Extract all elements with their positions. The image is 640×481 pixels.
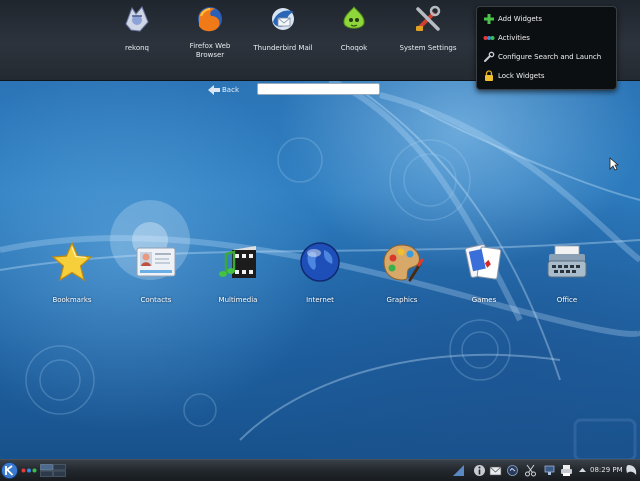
- graphics-palette-icon: [383, 244, 424, 282]
- bottom-panel: 08:29 PM: [0, 459, 640, 481]
- favorite-label: Firefox Web Browser: [189, 42, 231, 59]
- panel-corner-icon[interactable]: [452, 464, 465, 477]
- category-multimedia[interactable]: Multimedia: [198, 240, 278, 304]
- category-label: Multimedia: [218, 296, 258, 304]
- favorite-label: Choqok: [340, 44, 368, 52]
- menu-item-configure-search[interactable]: Configure Search and Launch: [483, 50, 611, 64]
- category-graphics[interactable]: Graphics: [362, 240, 442, 304]
- category-label: Contacts: [140, 296, 172, 304]
- category-office[interactable]: Office: [527, 240, 607, 304]
- category-bookmarks[interactable]: Bookmarks: [32, 240, 112, 304]
- mail-icon[interactable]: [489, 464, 502, 477]
- thunderbird-icon: [272, 8, 294, 30]
- multimedia-icon: [219, 246, 256, 278]
- rekonq-icon: [125, 6, 149, 32]
- favorite-firefox[interactable]: Firefox Web Browser: [174, 4, 246, 60]
- menu-item-lock-widgets[interactable]: Lock Widgets: [483, 69, 611, 83]
- wrench-icon: [484, 51, 495, 62]
- category-label: Office: [556, 296, 578, 304]
- firefox-icon: [198, 7, 222, 32]
- category-label: Games: [471, 296, 497, 304]
- kickoff-launcher-icon[interactable]: [1, 462, 18, 479]
- panel-toolbox-icon[interactable]: [625, 463, 638, 478]
- menu-item-label: Activities: [498, 34, 530, 42]
- menu-item-label: Add Widgets: [498, 15, 543, 23]
- menu-item-label: Lock Widgets: [498, 72, 545, 80]
- favorite-label: Thunderbird Mail: [253, 44, 313, 52]
- contacts-icon: [136, 247, 176, 277]
- search-input[interactable]: [257, 83, 380, 95]
- network-icon[interactable]: [543, 464, 556, 477]
- menu-item-add-widgets[interactable]: Add Widgets: [483, 12, 611, 26]
- internet-globe-icon: [300, 242, 340, 282]
- klipper-icon[interactable]: [506, 464, 519, 477]
- games-cards-icon: [464, 244, 502, 280]
- system-settings-icon: [416, 5, 441, 31]
- info-icon[interactable]: [473, 464, 486, 477]
- printer-icon[interactable]: [560, 464, 573, 477]
- choqok-icon: [343, 6, 365, 29]
- category-games[interactable]: Games: [444, 240, 524, 304]
- activity-dots-icon[interactable]: [21, 468, 37, 473]
- lock-icon: [485, 70, 493, 81]
- mouse-cursor-icon: [609, 157, 619, 171]
- favorite-rekonq[interactable]: rekonq: [101, 4, 173, 53]
- expand-arrow-icon[interactable]: [576, 464, 589, 477]
- activities-icon: [483, 36, 495, 40]
- favorite-system-settings[interactable]: System Settings: [392, 4, 464, 53]
- category-label: Bookmarks: [52, 296, 92, 304]
- menu-item-label: Configure Search and Launch: [498, 53, 602, 61]
- back-button[interactable]: Back: [208, 84, 248, 96]
- widget-context-menu: Add Widgets Activities Configure Search …: [476, 6, 617, 90]
- back-arrow-icon: [208, 85, 220, 95]
- favorite-label: rekonq: [125, 44, 149, 52]
- favorite-choqok[interactable]: Choqok: [318, 4, 390, 53]
- bookmarks-star-icon: [51, 241, 93, 282]
- menu-item-activities[interactable]: Activities: [483, 31, 611, 45]
- clock[interactable]: 08:29 PM: [590, 466, 623, 474]
- favorite-thunderbird[interactable]: Thunderbird Mail: [247, 4, 319, 53]
- desktop-pager[interactable]: [40, 464, 66, 477]
- category-label: Graphics: [386, 296, 418, 304]
- office-typewriter-icon: [547, 245, 587, 278]
- favorite-label: System Settings: [399, 44, 457, 52]
- category-label: Internet: [306, 296, 334, 304]
- scissors-icon[interactable]: [524, 464, 537, 477]
- back-label: Back: [222, 86, 239, 94]
- category-contacts[interactable]: Contacts: [116, 240, 196, 304]
- category-internet[interactable]: Internet: [280, 240, 360, 304]
- add-icon: [484, 14, 494, 24]
